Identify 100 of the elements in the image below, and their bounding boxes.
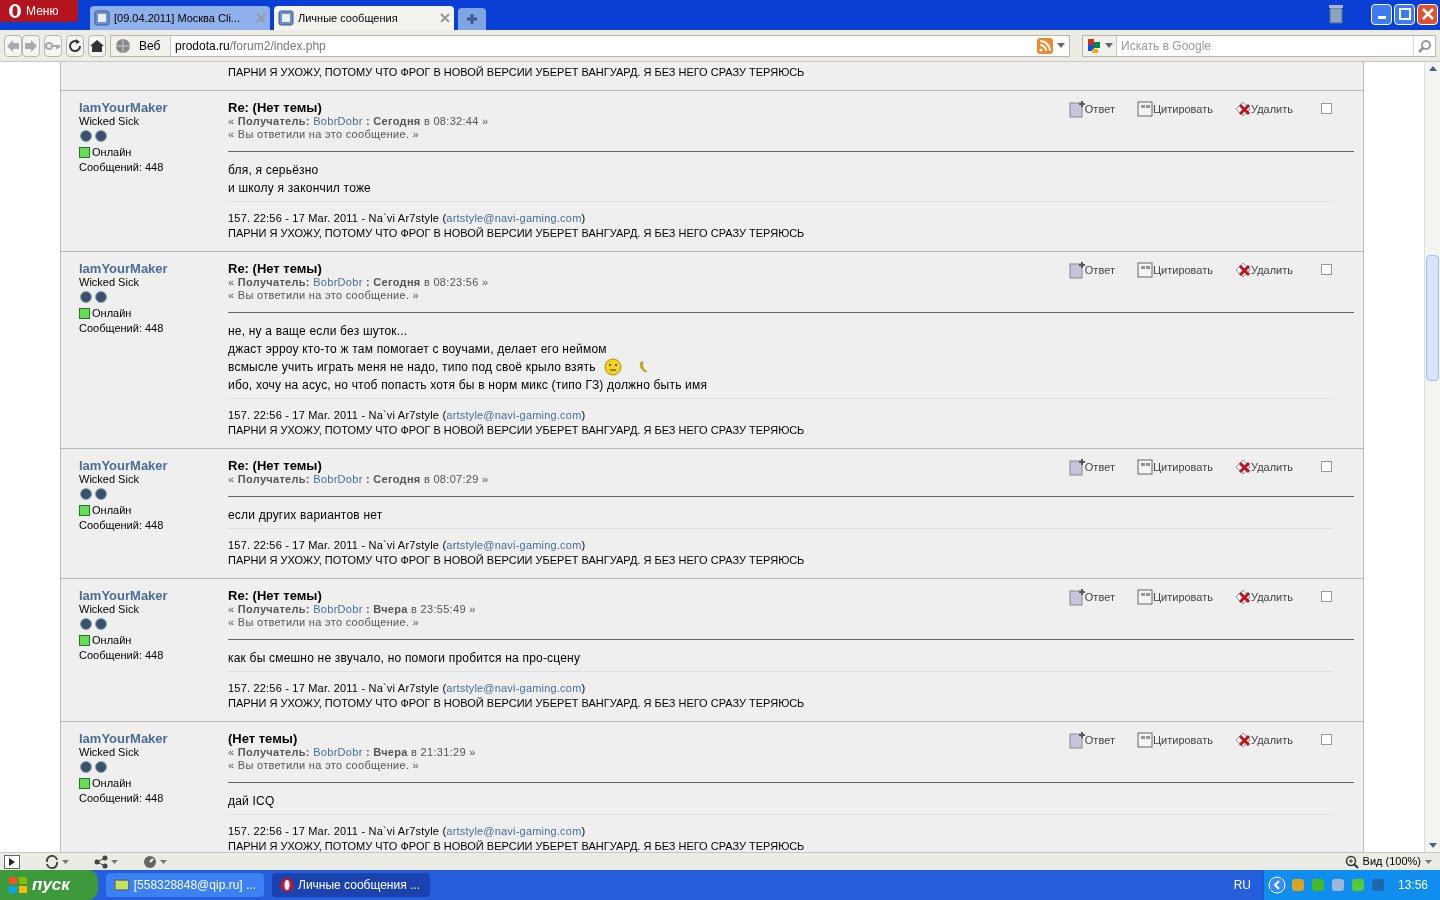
quote-icon (1136, 731, 1153, 749)
status-text: Онлайн (92, 776, 132, 791)
message-subject: Re: (Нет темы) (228, 261, 323, 276)
toolbar-button[interactable] (44, 853, 69, 870)
signature-text: ПАРНИ Я УХОЖУ, ПОТОМУ ЧТО ФРОГ В НОВОЙ ВЕРСИИ УБЕРЕТ ВАНГУАРД. Я БЕЗ НЕГО СРАЗУ ТЕРЯЮСЬ (228, 839, 806, 852)
language-indicator[interactable]: RU (1233, 876, 1251, 894)
email-link[interactable]: artstyle@navi-gaming.com (446, 682, 582, 694)
message-subject: Re: (Нет темы) (228, 588, 323, 603)
email-link[interactable]: artstyle@navi-gaming.com (446, 539, 582, 551)
checkbox[interactable] (1321, 591, 1332, 602)
rank-stars-icon (79, 487, 109, 501)
checkbox[interactable] (1321, 461, 1332, 472)
search-bar[interactable]: Искать в Google (1082, 34, 1436, 57)
signature-text: ПАРНИ Я УХОЖУ, ПОТОМУ ЧТО ФРОГ В НОВОЙ ВЕРСИИ УБЕРЕТ ВАНГУАРД. Я БЕЗ НЕГО СРАЗУ ТЕРЯЮСЬ (228, 423, 806, 438)
reload-button[interactable] (66, 34, 84, 57)
quote-button[interactable]: Цитировать (1136, 458, 1213, 476)
quote-button[interactable]: Цитировать (1136, 588, 1213, 606)
message-text: всмысле учить играть меня не надо, типо под своё крыло взять (228, 359, 596, 376)
replied-note: « Вы ответили на это сообщение. » (228, 128, 421, 141)
scroll-down-icon[interactable] (1428, 843, 1437, 848)
reply-button[interactable]: Ответ (1068, 100, 1115, 118)
signature-text: ПАРНИ Я УХОЖУ, ПОТОМУ ЧТО ФРОГ В НОВОЙ ВЕРСИИ УБЕРЕТ ВАНГУАРД. Я БЕЗ НЕГО СРАЗУ ТЕРЯЮСЬ (228, 65, 806, 80)
status-text: Онлайн (92, 306, 132, 321)
scrollbar-thumb[interactable] (1426, 255, 1439, 381)
reply-button[interactable]: Ответ (1068, 458, 1115, 476)
recipient-link[interactable]: BobrDobr (313, 276, 363, 288)
delete-button[interactable]: Удалить (1235, 458, 1293, 476)
scrollbar[interactable] (1424, 62, 1440, 852)
post-count: Сообщений: 448 (79, 321, 165, 335)
banana-icon (637, 361, 648, 373)
recipient-link[interactable]: BobrDobr (313, 473, 363, 485)
toolbar-button[interactable] (142, 853, 167, 870)
recipient-link[interactable]: BobrDobr (313, 603, 363, 615)
signature-text: ПАРНИ Я УХОЖУ, ПОТОМУ ЧТО ФРОГ В НОВОЙ ВЕРСИИ УБЕРЕТ ВАНГУАРД. Я БЕЗ НЕГО СРАЗУ ТЕРЯЮСЬ (228, 553, 806, 568)
author-link[interactable]: IamYourMaker (79, 588, 228, 603)
reply-button[interactable]: Ответ (1068, 588, 1115, 606)
author-link[interactable]: IamYourMaker (79, 458, 228, 473)
rank-stars-icon (79, 617, 109, 631)
delete-icon (1235, 588, 1251, 606)
browser-tab[interactable]: Личные сообщения (274, 6, 454, 30)
signature-text: ПАРНИ Я УХОЖУ, ПОТОМУ ЧТО ФРОГ В НОВОЙ ВЕРСИИ УБЕРЕТ ВАНГУАРД. Я БЕЗ НЕГО СРАЗУ ТЕРЯЮСЬ (228, 696, 806, 711)
search-icon (1417, 38, 1432, 53)
email-link[interactable]: artstyle@navi-gaming.com (446, 825, 582, 837)
author-link[interactable]: IamYourMaker (79, 261, 228, 276)
rank-stars-icon (79, 290, 109, 304)
toolbar-button[interactable] (93, 853, 118, 870)
windows-logo-icon (8, 875, 28, 895)
menu-button[interactable]: Меню (0, 0, 78, 22)
delete-icon (1235, 261, 1251, 279)
quote-button[interactable]: Цитировать (1136, 100, 1213, 118)
message-text: не, ну а ваще если без шуток... (228, 323, 408, 340)
message-text: бля, я серьёзно (228, 162, 319, 179)
new-tab-button[interactable] (458, 8, 486, 30)
message-meta: « Получатель: BobrDobr : Вчера в 23:55:49 » (228, 603, 477, 616)
reply-icon (1068, 731, 1085, 749)
email-link[interactable]: artstyle@navi-gaming.com (446, 409, 582, 421)
close-icon (1421, 8, 1434, 20)
quote-button[interactable]: Цитировать (1136, 261, 1213, 279)
delete-button[interactable]: Удалить (1235, 261, 1293, 279)
rank-stars-icon (79, 760, 109, 774)
zoom-icon (1344, 854, 1359, 869)
message-subject: Re: (Нет темы) (228, 100, 323, 115)
start-button[interactable]: пуск (0, 870, 98, 900)
caret-icon (111, 859, 118, 864)
delete-button[interactable]: Удалить (1235, 731, 1293, 749)
author-link[interactable]: IamYourMaker (79, 100, 228, 115)
page-icon (94, 10, 110, 26)
message-subject: Re: (Нет темы) (228, 458, 323, 473)
scroll-up-icon[interactable] (1428, 66, 1437, 71)
search-field[interactable]: Искать в Google (1117, 36, 1413, 55)
caret-icon (62, 859, 69, 864)
reply-button[interactable]: Ответ (1068, 731, 1115, 749)
message-meta: « Получатель: BobrDobr : Сегодня в 08:32:44 » (228, 115, 490, 128)
delete-button[interactable]: Удалить (1235, 100, 1293, 118)
zoom-button[interactable]: Вид (100%) (1344, 853, 1436, 870)
search-engine-button[interactable] (1083, 35, 1117, 56)
checkbox[interactable] (1321, 264, 1332, 275)
gauge-icon (142, 853, 158, 870)
delete-button[interactable]: Удалить (1235, 588, 1293, 606)
home-button[interactable] (88, 34, 106, 57)
email-link[interactable]: artstyle@navi-gaming.com (446, 212, 582, 224)
recipient-link[interactable]: BobrDobr (313, 746, 363, 758)
minimize-icon (1377, 16, 1386, 19)
message-text: как бы смешно не звучало, но помоги пробится на про-сцену (228, 650, 581, 667)
reply-button[interactable]: Ответ (1068, 261, 1115, 279)
forward-arrow-icon (23, 37, 39, 54)
close-button[interactable] (1417, 3, 1438, 25)
taskbar-button[interactable]: [558328848@qip.ru] ... (106, 873, 264, 897)
browser-tab[interactable]: [09.04.2011] Москва Cli... (90, 6, 270, 30)
maximize-button[interactable] (1394, 3, 1415, 25)
checkbox[interactable] (1321, 734, 1332, 745)
panel-toggle-button[interactable] (4, 854, 20, 869)
quote-button[interactable]: Цитировать (1136, 731, 1213, 749)
checkbox[interactable] (1321, 103, 1332, 114)
taskbar-button[interactable]: Личные сообщения ... (272, 873, 430, 897)
reply-icon (1068, 100, 1085, 118)
recipient-link[interactable]: BobrDobr (313, 115, 363, 127)
minimize-button[interactable] (1371, 3, 1392, 25)
author-link[interactable]: IamYourMaker (79, 731, 228, 746)
plus-icon (466, 13, 478, 25)
